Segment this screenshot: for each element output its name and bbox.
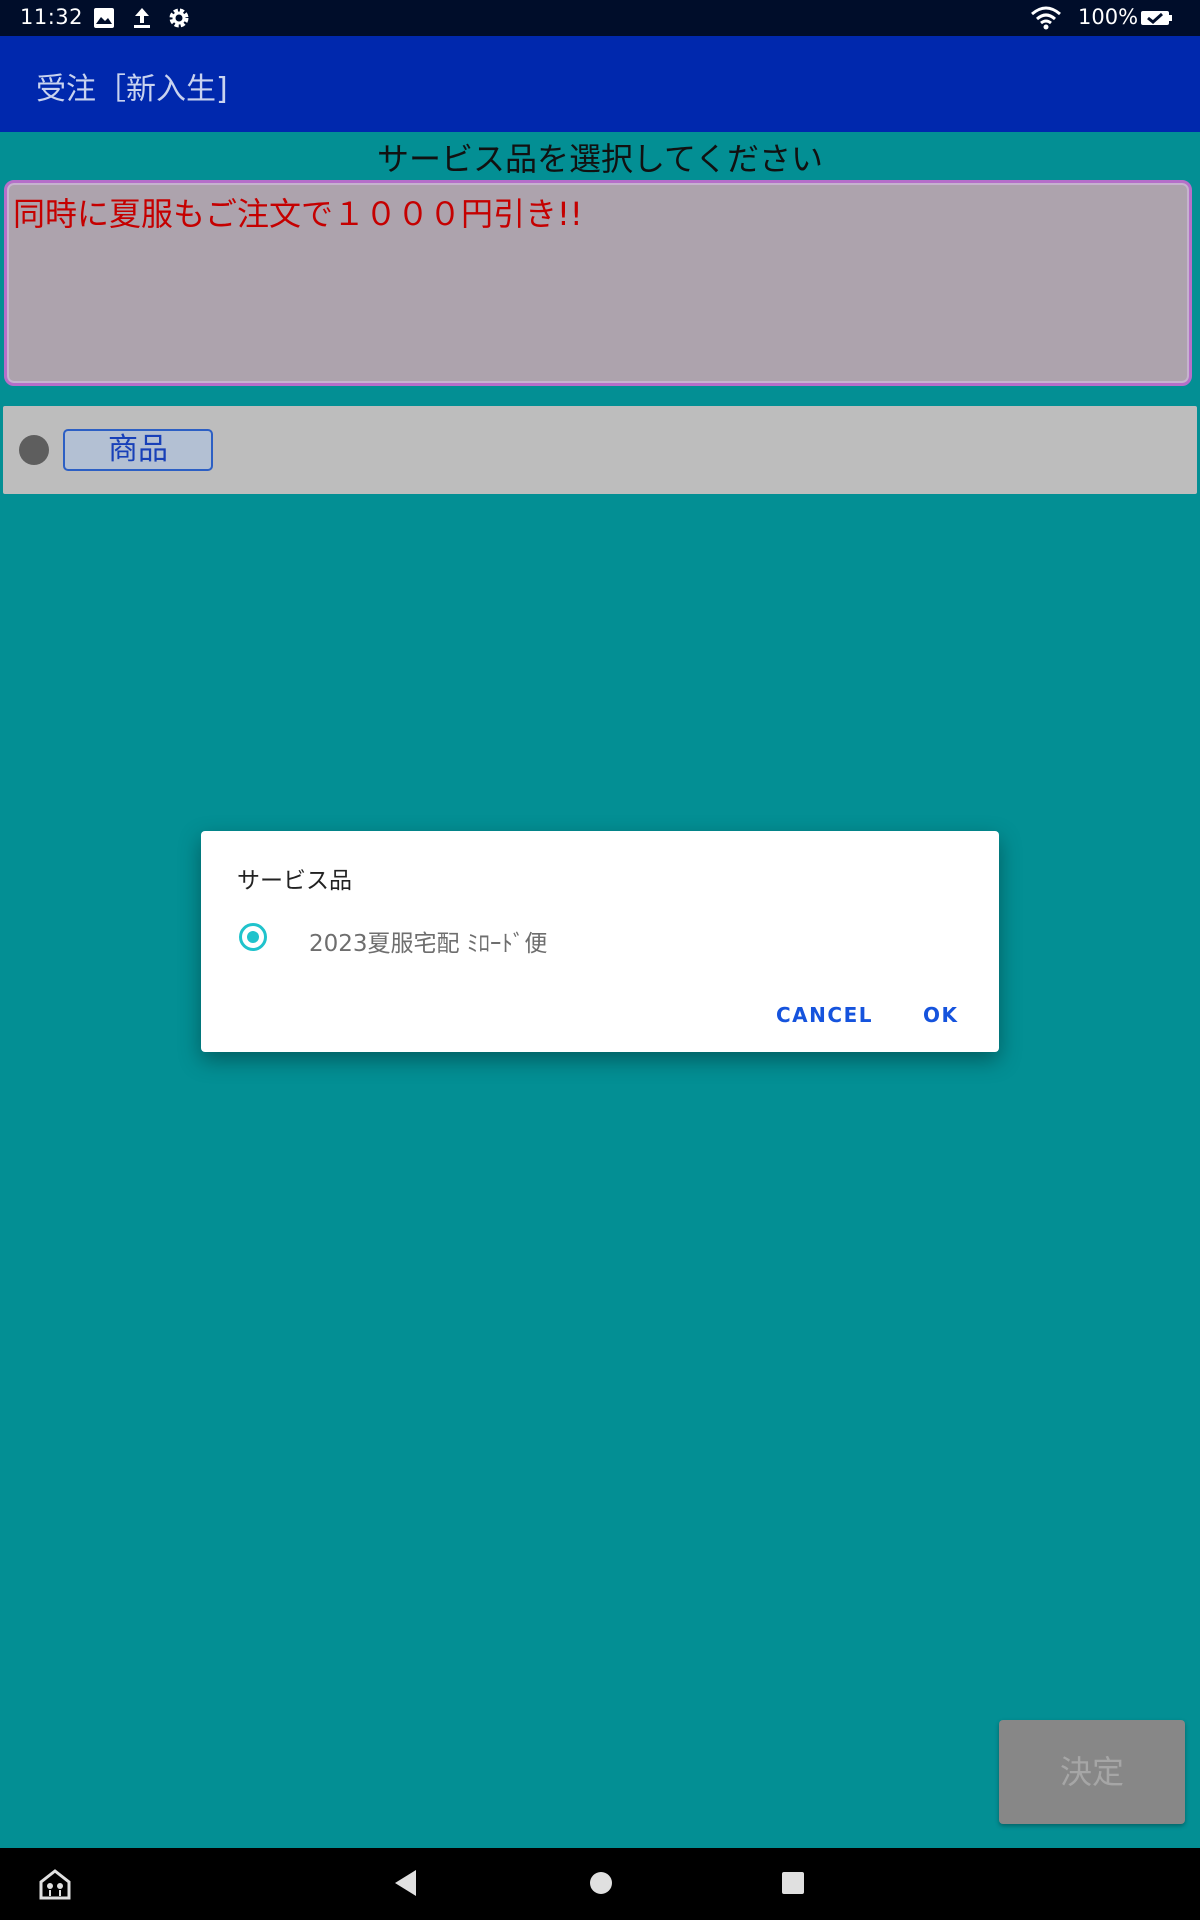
back-icon[interactable] xyxy=(392,1868,418,1902)
service-item-dialog: サービス品 2023夏服宅配 ﾐﾛｰﾄﾞ便 CANCEL OK xyxy=(201,831,999,1052)
battery-charging-icon xyxy=(1140,6,1174,30)
ok-button[interactable]: OK xyxy=(923,1003,959,1027)
wifi-icon xyxy=(1030,6,1062,30)
product-row[interactable]: 商品 xyxy=(3,406,1197,494)
accessibility-icon[interactable] xyxy=(38,1868,72,1904)
upload-icon xyxy=(130,6,154,30)
app-bar: 受注［新入生] xyxy=(0,36,1200,132)
product-button[interactable]: 商品 xyxy=(63,429,213,471)
notice-box: 同時に夏服もご注文で１０００円引き!! xyxy=(4,180,1192,386)
option-label[interactable]: 2023夏服宅配 ﾐﾛｰﾄﾞ便 xyxy=(309,924,547,958)
home-icon[interactable] xyxy=(588,1870,614,1900)
confirm-button[interactable]: 決定 xyxy=(999,1720,1185,1824)
product-radio[interactable] xyxy=(19,435,49,465)
status-time: 11:32 xyxy=(20,5,84,29)
selection-prompt: サービス品を選択してください xyxy=(376,140,824,178)
image-icon xyxy=(92,6,116,30)
page-title: 受注［新入生] xyxy=(36,72,228,107)
navigation-bar xyxy=(0,1848,1200,1920)
settings-icon xyxy=(167,6,191,30)
battery-percentage: 100% xyxy=(1078,5,1139,29)
option-radio-selected[interactable] xyxy=(239,923,267,951)
cancel-button[interactable]: CANCEL xyxy=(776,1003,873,1027)
notice-text: 同時に夏服もご注文で１０００円引き!! xyxy=(13,195,583,233)
radio-dot xyxy=(247,931,259,943)
dialog-title: サービス品 xyxy=(237,868,352,894)
status-bar: 11:32 100% xyxy=(0,0,1200,36)
recents-icon[interactable] xyxy=(780,1870,806,1900)
